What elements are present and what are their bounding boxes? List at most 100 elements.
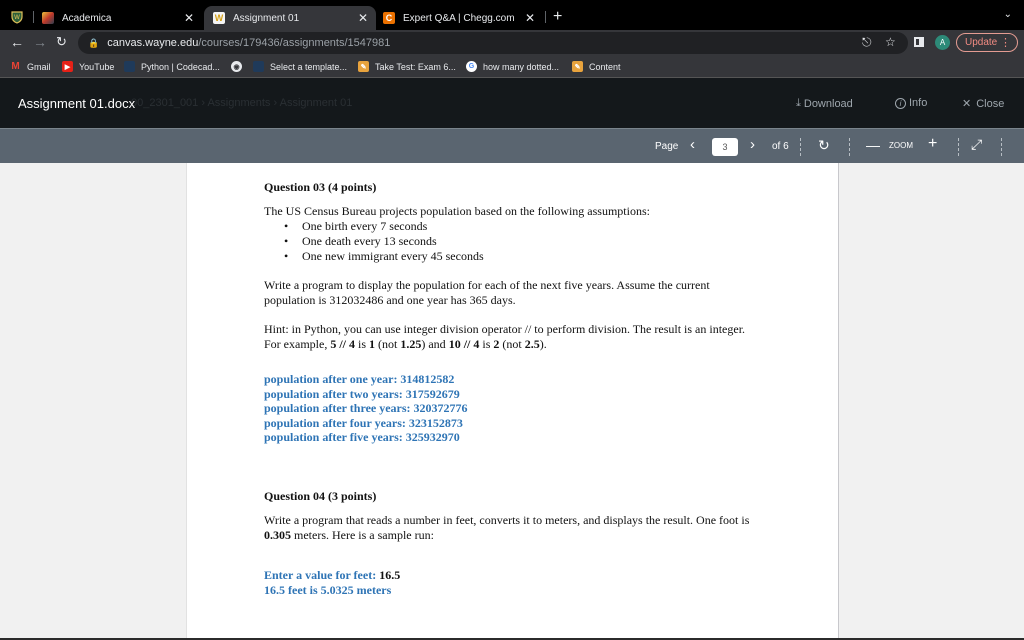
- list-item: One birth every 7 seconds: [284, 219, 764, 234]
- download-icon: ⤓: [796, 97, 801, 109]
- bookmark-label: Take Test: Exam 6...: [375, 61, 456, 72]
- bookmark-content[interactable]: ✎ Content: [572, 61, 621, 72]
- bookmark-label: Gmail: [27, 61, 51, 72]
- bookmark-label: Python | Codecad...: [141, 61, 220, 72]
- close-icon: ✕: [962, 98, 972, 110]
- profile-avatar[interactable]: A: [935, 35, 950, 50]
- document-viewer-header: 00_2301_001 › Assignments › Assignment 0…: [0, 78, 1024, 128]
- list-item: One death every 13 seconds: [284, 234, 764, 249]
- browser-tab-strip: W Academica ✕ W Assignment 01 ✕ C Expert…: [0, 0, 1024, 30]
- page-count: of 6: [772, 141, 789, 152]
- update-label: Update: [965, 37, 998, 48]
- hint-bold: 2.5: [524, 337, 540, 351]
- question-03-sample-output: population after one year: 314812582 pop…: [264, 372, 764, 445]
- close-button[interactable]: ✕ Close: [962, 97, 1004, 111]
- hint-text: is: [479, 337, 494, 351]
- lock-icon: 🔒: [88, 37, 100, 48]
- sample-input: 16.5: [379, 567, 401, 582]
- task-text: Write a program that reads a number in f…: [264, 512, 750, 527]
- document-scroll-area[interactable]: Question 03 (4 points) The US Census Bur…: [0, 163, 1024, 640]
- output-line: population after three years: 320372776: [264, 401, 468, 416]
- zoom-out-minus-icon[interactable]: —: [866, 137, 880, 153]
- question-04-sample-run: Enter a value for feet: 16.5 16.5 feet i…: [264, 568, 764, 597]
- close-tab-icon[interactable]: ✕: [184, 11, 194, 25]
- bookmark-google-search[interactable]: G how many dotted...: [466, 61, 559, 72]
- tab-search-chevron-icon[interactable]: ⌄: [1004, 9, 1012, 20]
- previous-page-chevron-icon[interactable]: ‹: [690, 136, 695, 153]
- bookmark-label: YouTube: [79, 61, 115, 72]
- bookmark-take-test[interactable]: ✎ Take Test: Exam 6...: [358, 61, 456, 72]
- tab-separator: [33, 11, 34, 23]
- bookmark-star-icon[interactable]: ☆: [885, 35, 896, 49]
- bookmark-gmail[interactable]: M Gmail: [10, 61, 51, 72]
- share-icon[interactable]: ⎋: [862, 35, 872, 50]
- hint-bold: 10 // 4: [448, 337, 480, 351]
- url-path: /courses/179436/assignments/1547981: [198, 37, 391, 49]
- bookmark-youtube[interactable]: ▶ YouTube: [62, 61, 114, 72]
- page-number-input[interactable]: 3: [712, 138, 738, 156]
- document-page: Question 03 (4 points) The US Census Bur…: [186, 163, 839, 640]
- forward-arrow-icon[interactable]: →: [33, 34, 47, 50]
- bookmarks-bar: M Gmail ▶ YouTube Python | Codecad... ◉ …: [0, 56, 1024, 78]
- tab-title: Expert Q&A | Chegg.com: [403, 12, 515, 24]
- bookmark-codecademy[interactable]: Python | Codecad...: [124, 61, 220, 72]
- info-button[interactable]: i Info: [895, 97, 927, 109]
- hint-text: (not: [375, 337, 401, 351]
- bookmark-globe[interactable]: ◉: [231, 61, 248, 72]
- task-bold: 0.305: [264, 527, 291, 542]
- hint-bold: 1.25: [400, 337, 422, 351]
- update-button[interactable]: Update ⋮: [956, 33, 1018, 52]
- next-page-chevron-icon[interactable]: ›: [750, 136, 755, 153]
- tab-separator: [545, 11, 546, 23]
- question-04-title: Question 04 (3 points): [264, 488, 377, 503]
- question-03-task: Write a program to display the populatio…: [264, 278, 710, 307]
- tab-title: Assignment 01: [233, 12, 300, 24]
- zoom-label: ZOOM: [889, 141, 913, 150]
- kebab-menu-icon[interactable]: ⋮: [1000, 36, 1011, 49]
- tab-academica[interactable]: Academica ✕: [42, 6, 202, 30]
- output-line: population after five years: 325932970: [264, 430, 460, 445]
- reload-icon[interactable]: ↻: [56, 34, 67, 50]
- question-03-hint: Hint: in Python, you can use integer div…: [264, 322, 764, 352]
- download-button[interactable]: ⤓ Download: [796, 97, 853, 110]
- sample-prompt: Enter a value for feet:: [264, 567, 380, 582]
- list-item: One new immigrant every 45 seconds: [284, 249, 764, 264]
- new-tab-plus-icon[interactable]: +: [553, 8, 562, 26]
- question-03-title: Question 03 (4 points): [264, 180, 377, 194]
- zoom-in-plus-icon[interactable]: +: [928, 135, 937, 153]
- tab-chegg[interactable]: C Expert Q&A | Chegg.com ✕: [383, 6, 543, 30]
- globe-icon: ◉: [231, 61, 242, 72]
- bookmark-label: Select a template...: [270, 61, 348, 72]
- background-breadcrumb: 00_2301_001 › Assignments › Assignment 0…: [131, 97, 353, 109]
- fullscreen-expand-icon[interactable]: ⤢: [971, 136, 982, 153]
- assumptions-list: One birth every 7 seconds One death ever…: [284, 219, 764, 264]
- tab-assignment-01[interactable]: W Assignment 01 ✕: [204, 6, 376, 30]
- sample-output-line: 16.5 feet is 5.0325 meters: [264, 582, 392, 597]
- toolbar-divider: [849, 138, 850, 156]
- sample-prompt-line: Enter a value for feet: 16.5: [264, 568, 764, 583]
- back-arrow-icon[interactable]: ←: [10, 34, 24, 50]
- output-line: population after one year: 314812582: [264, 372, 455, 386]
- task-text: meters. Here is a sample run:: [291, 527, 434, 542]
- hint-text: (not: [499, 337, 525, 351]
- hint-text: ).: [539, 337, 547, 351]
- bookmark-label: Content: [589, 61, 621, 72]
- question-03-intro: The US Census Bureau projects population…: [264, 204, 650, 218]
- wayne-shield-icon[interactable]: W: [10, 10, 24, 24]
- close-tab-icon[interactable]: ✕: [525, 11, 535, 25]
- gmail-icon: M: [11, 61, 20, 72]
- close-tab-icon[interactable]: ✕: [358, 11, 368, 25]
- pencil-icon: ✎: [572, 61, 583, 72]
- address-bar[interactable]: 🔒 canvas.wayne.edu/courses/179436/assign…: [78, 32, 908, 54]
- rotate-icon[interactable]: ↻: [818, 137, 830, 154]
- academica-icon: [42, 12, 54, 24]
- svg-text:W: W: [14, 14, 20, 21]
- bookmark-select-template[interactable]: Select a template...: [253, 61, 347, 72]
- output-line: population after four years: 323152873: [264, 415, 463, 430]
- tab-title: Academica: [62, 12, 112, 24]
- toolbar-divider: [800, 138, 801, 156]
- side-panel-icon[interactable]: [914, 37, 924, 47]
- toolbar-divider: [958, 138, 959, 156]
- url-host: canvas.wayne.edu: [107, 37, 199, 49]
- wayne-w-icon: W: [213, 12, 225, 24]
